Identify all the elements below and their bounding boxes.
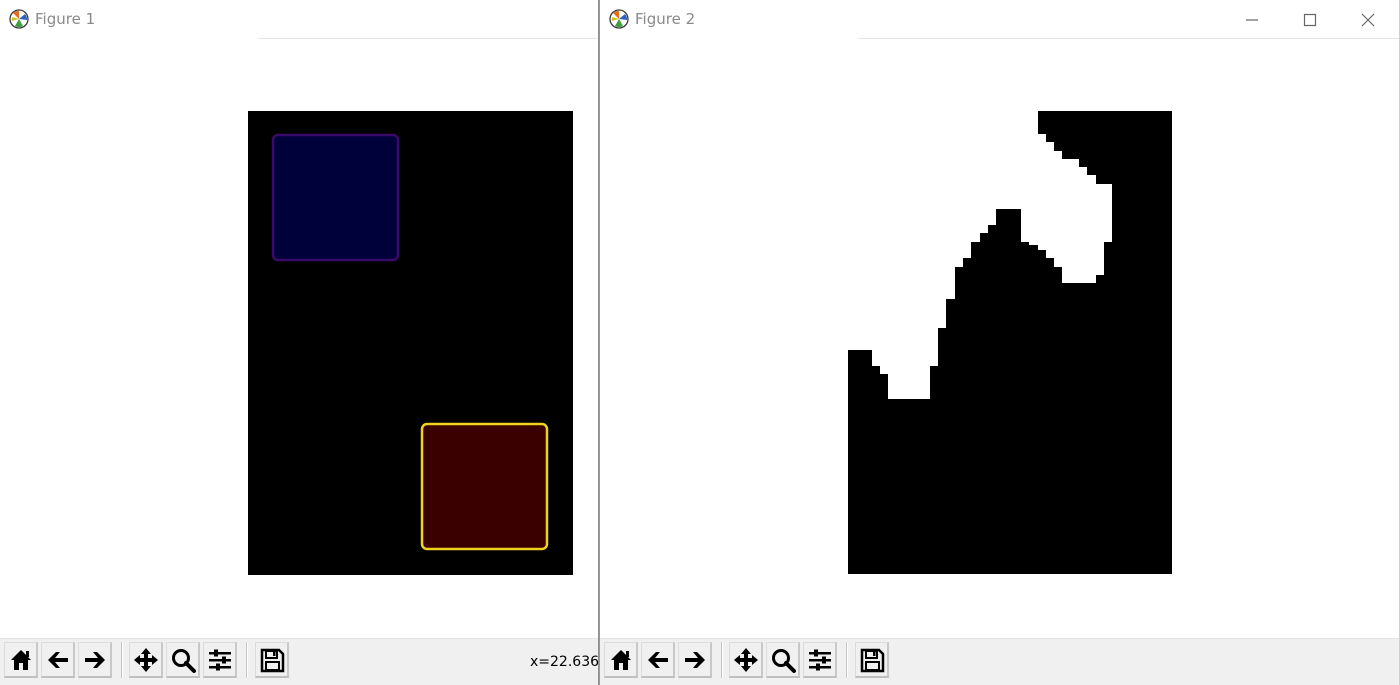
- configure-subplots-button[interactable]: [203, 642, 237, 678]
- zoom-button[interactable]: [766, 642, 800, 678]
- matplotlib-logo-icon: [9, 9, 29, 29]
- zoom-button[interactable]: [166, 642, 200, 678]
- forward-button[interactable]: [78, 642, 112, 678]
- navigation-toolbar: x=22.636: [0, 638, 598, 685]
- save-button[interactable]: [255, 642, 289, 678]
- save-icon: [860, 648, 885, 673]
- window-title: Figure 2: [635, 10, 696, 28]
- back-arrow-icon: [648, 652, 668, 668]
- title-bar[interactable]: Figure 2: [600, 0, 1399, 39]
- forward-arrow-icon: [685, 652, 705, 668]
- back-button[interactable]: [641, 642, 675, 678]
- home-icon: [11, 650, 31, 670]
- pan-icon: [134, 648, 158, 672]
- maximize-icon: [1303, 13, 1317, 27]
- home-button[interactable]: [4, 642, 38, 678]
- figure-window-1: Figure 1 x=22.636: [0, 0, 599, 685]
- back-arrow-icon: [48, 652, 68, 668]
- forward-arrow-icon: [85, 652, 105, 668]
- window-title: Figure 1: [35, 10, 96, 28]
- blue-square-region: [273, 135, 398, 260]
- save-icon: [260, 648, 285, 673]
- figure-window-2: Figure 2: [599, 0, 1400, 685]
- figure-canvas[interactable]: [0, 39, 598, 639]
- close-button[interactable]: [1339, 0, 1397, 39]
- configure-subplots-button[interactable]: [803, 642, 837, 678]
- toolbar-separator: [246, 642, 248, 678]
- title-bar[interactable]: Figure 1: [0, 0, 598, 39]
- home-button[interactable]: [604, 642, 638, 678]
- minimize-button[interactable]: [1223, 0, 1281, 39]
- red-square-region: [422, 424, 547, 549]
- pan-button[interactable]: [129, 642, 163, 678]
- configure-subplots-icon: [209, 649, 231, 671]
- matplotlib-logo-icon: [609, 9, 629, 29]
- close-icon: [1361, 13, 1375, 27]
- minimize-icon: [1246, 19, 1258, 21]
- toolbar-separator: [846, 642, 848, 678]
- pan-icon: [734, 648, 758, 672]
- configure-subplots-icon: [809, 649, 831, 671]
- toolbar-separator: [121, 642, 123, 678]
- toolbar-separator: [721, 642, 723, 678]
- forward-button[interactable]: [678, 642, 712, 678]
- figure-canvas[interactable]: [600, 39, 1399, 639]
- zoom-icon: [772, 649, 796, 673]
- coordinate-readout: x=22.636: [530, 654, 599, 670]
- back-button[interactable]: [41, 642, 75, 678]
- pan-button[interactable]: [729, 642, 763, 678]
- save-button[interactable]: [855, 642, 889, 678]
- maximize-button[interactable]: [1281, 0, 1339, 39]
- zoom-icon: [172, 649, 196, 673]
- home-icon: [611, 650, 631, 670]
- image-plot[interactable]: [848, 111, 1172, 574]
- navigation-toolbar: [600, 638, 1399, 685]
- image-plot[interactable]: [248, 111, 573, 575]
